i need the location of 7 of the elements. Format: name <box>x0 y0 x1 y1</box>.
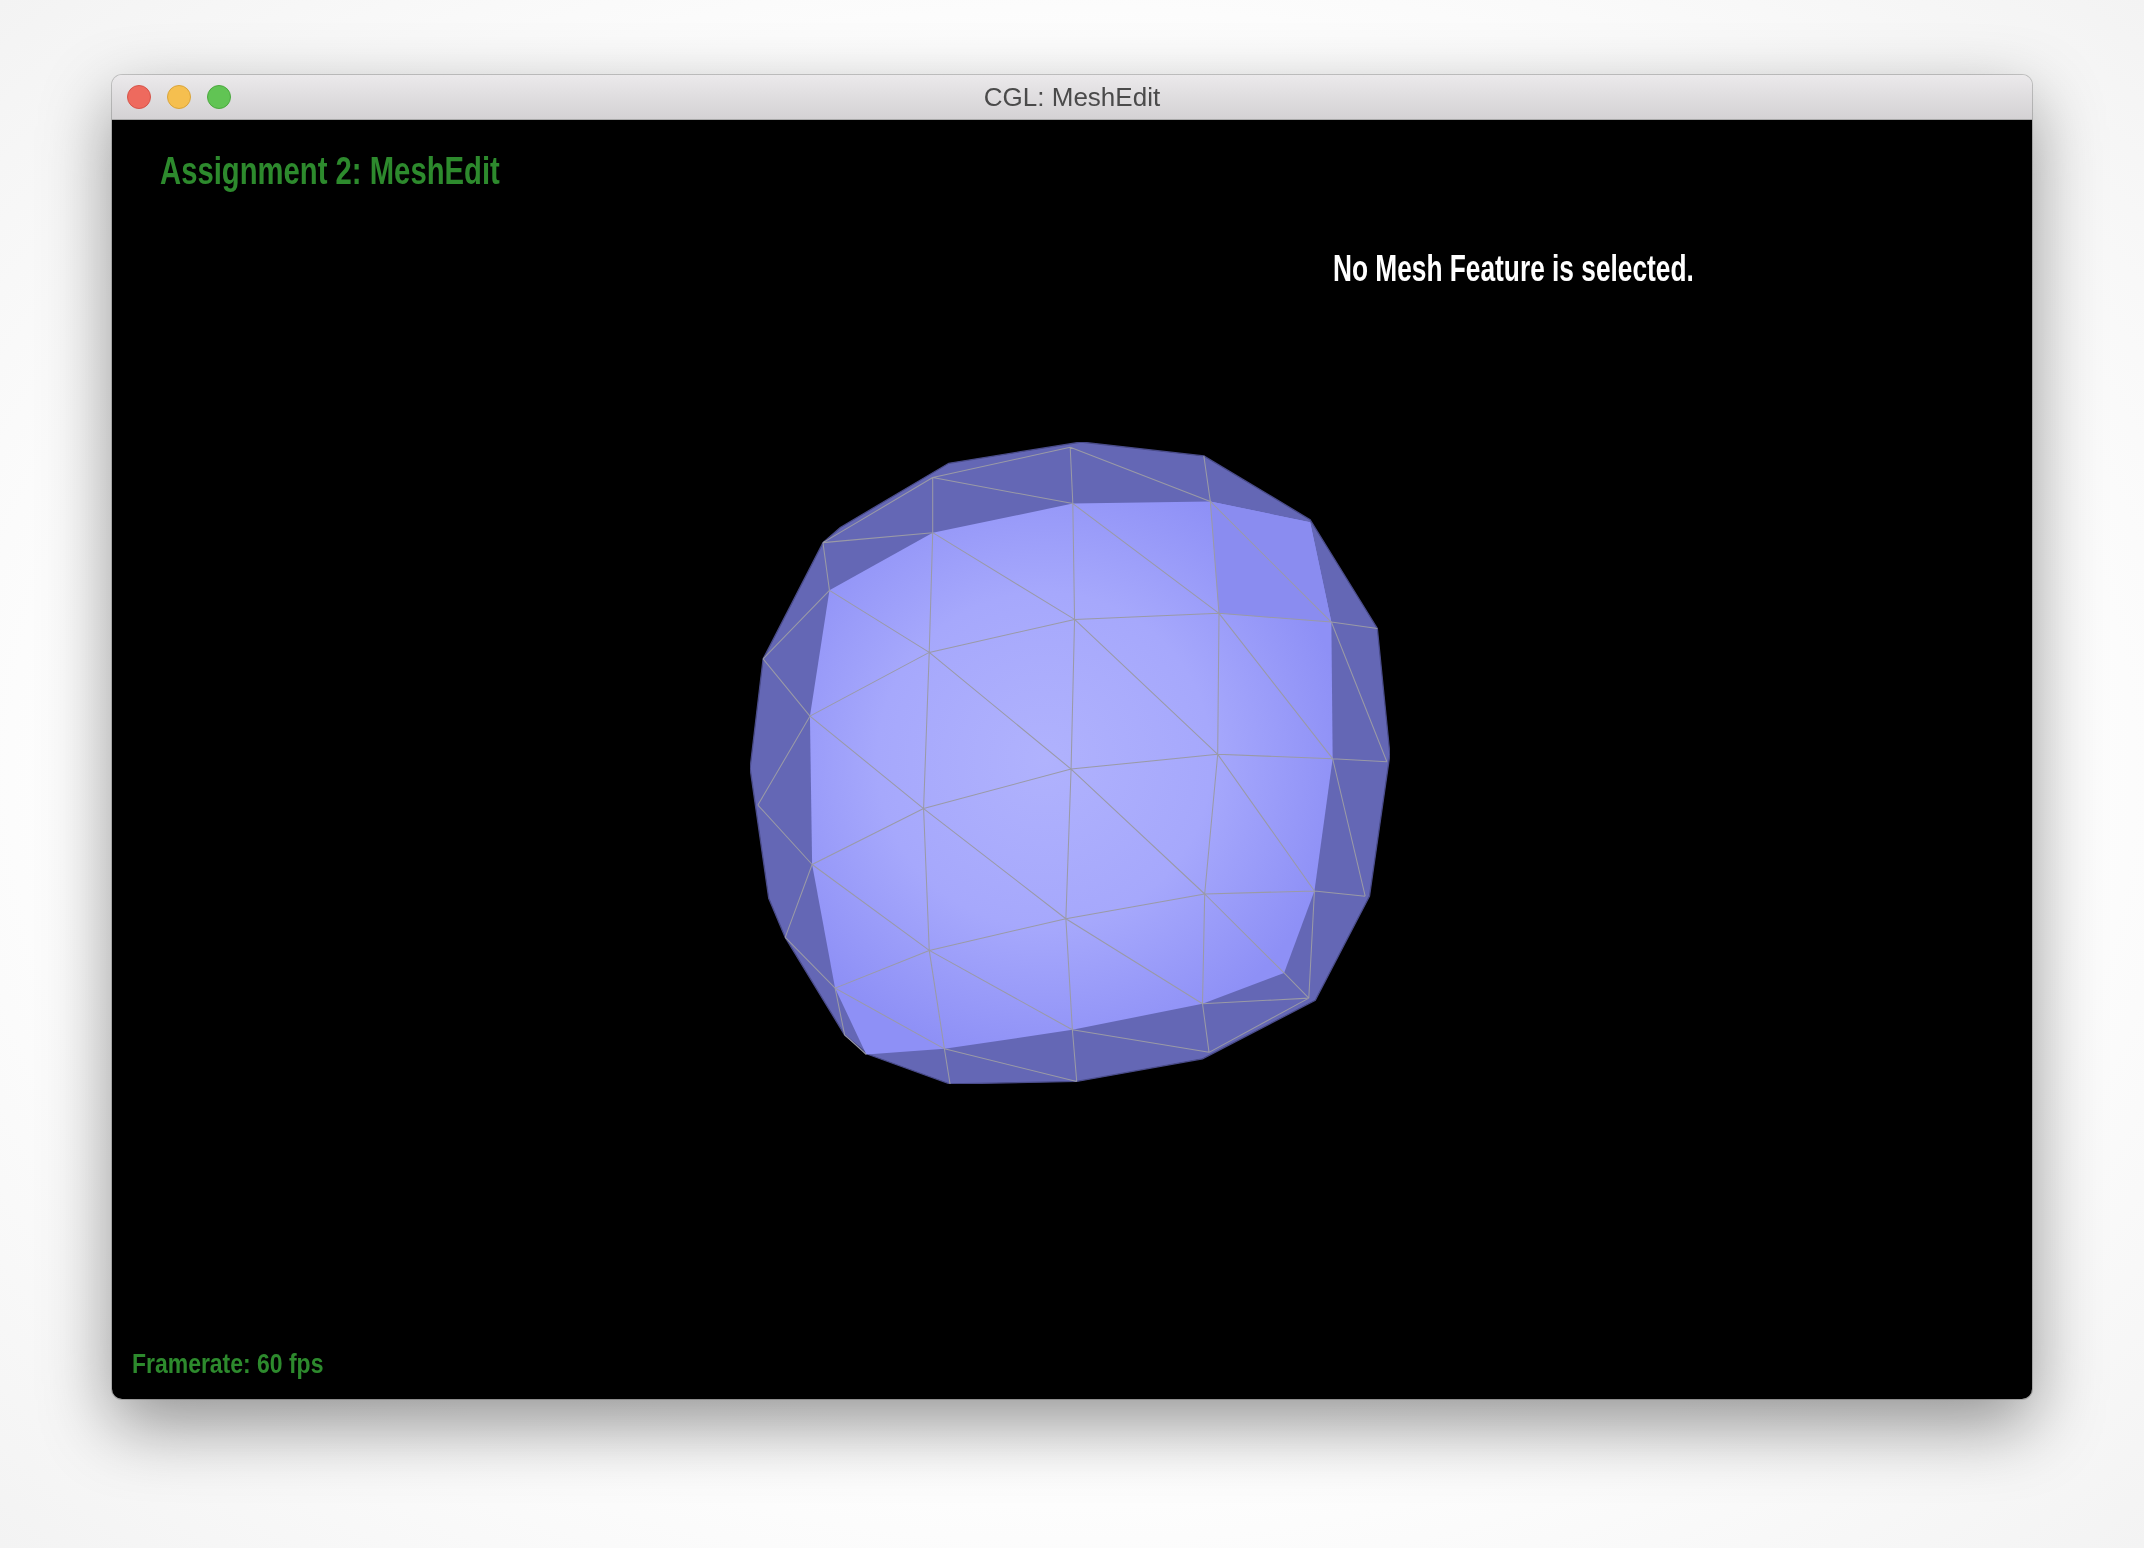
framerate-text: Framerate: 60 fps <box>132 1350 324 1378</box>
close-button[interactable] <box>127 85 151 109</box>
zoom-button[interactable] <box>207 85 231 109</box>
selection-status-text: No Mesh Feature is selected. <box>1333 251 1694 287</box>
window-title: CGL: MeshEdit <box>983 81 1161 113</box>
app-heading: Assignment 2: MeshEdit <box>160 152 500 190</box>
minimize-button[interactable] <box>167 85 191 109</box>
